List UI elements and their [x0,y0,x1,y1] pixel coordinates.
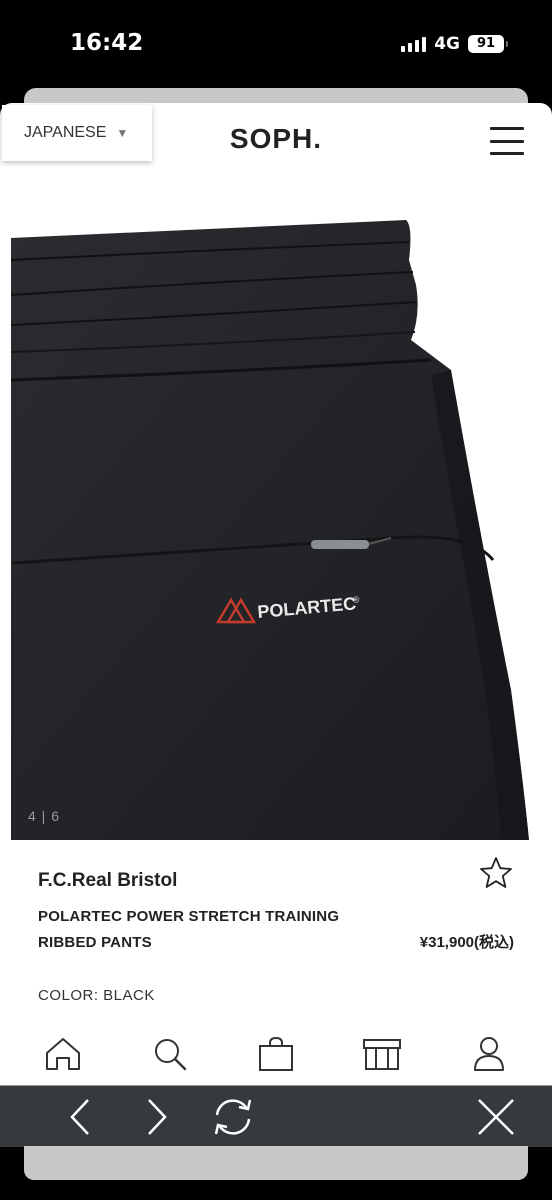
product-name-line2: RIBBED PANTS [38,934,152,951]
forward-icon [147,1098,167,1135]
site-logo[interactable]: SOPH. [0,123,552,155]
reload-icon [214,1098,252,1135]
menu-icon[interactable] [490,127,524,155]
account-icon [473,1037,504,1071]
signal-icon [401,36,427,52]
close-button[interactable] [466,1092,526,1142]
product-name: POLARTEC POWER STRETCH TRAINING RIBBED P… [38,904,398,956]
product-image[interactable]: POLARTEC ® 4 | 6 [11,220,539,840]
svg-text:®: ® [352,594,360,605]
network-label: 4G [434,34,460,54]
product-color: COLOR: BLACK [38,987,155,1004]
star-icon[interactable] [478,855,514,891]
product-brand[interactable]: F.C.Real Bristol [38,870,177,892]
search-icon [154,1039,186,1071]
nav-search[interactable] [146,1030,194,1078]
background-card-bottom [24,1146,528,1180]
back-button[interactable] [50,1092,110,1142]
close-icon [478,1098,514,1135]
back-icon [70,1098,89,1135]
status-indicators: 4G 91 [401,34,508,54]
page: JAPANESE ▼ SOPH. POLARTEC ® 4 | 6 F.C.Re… [0,103,552,1085]
reload-button[interactable] [203,1092,263,1142]
forward-button[interactable] [127,1092,187,1142]
product-price: ¥31,900(税込) [419,934,514,951]
browser-toolbar [0,1085,552,1147]
status-time: 16:42 [70,30,144,56]
zipper-pull [311,540,369,549]
image-counter: 4 | 6 [28,808,60,824]
battery-icon: 91 [468,35,508,53]
store-icon [363,1039,402,1070]
nav-cart[interactable] [252,1030,300,1078]
nav-account[interactable] [465,1030,513,1078]
home-icon [46,1038,81,1070]
nav-home[interactable] [39,1030,87,1078]
garment-shape [11,220,529,840]
status-bar: 16:42 4G 91 [0,0,552,90]
product-name-line1: POLARTEC POWER STRETCH TRAINING [38,908,340,925]
bottom-nav [0,1023,552,1085]
bag-icon [258,1036,293,1071]
nav-store[interactable] [358,1030,406,1078]
